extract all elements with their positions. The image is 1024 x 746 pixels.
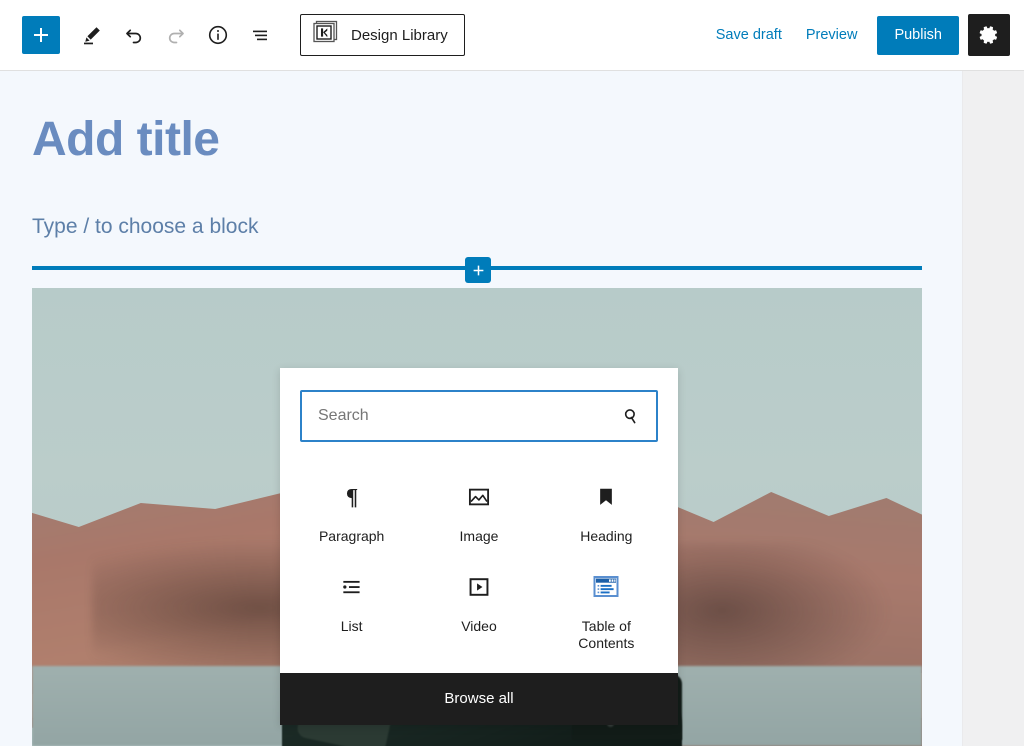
browse-all-button[interactable]: Browse all	[280, 672, 678, 725]
settings-button[interactable]	[968, 14, 1010, 56]
list-view-icon	[253, 30, 267, 41]
inline-inserter-button[interactable]	[465, 257, 491, 283]
design-library-icon	[311, 20, 341, 50]
save-draft-button[interactable]: Save draft	[704, 19, 794, 51]
block-item-list[interactable]: List	[288, 556, 415, 663]
editor-canvas: Add title Type / to choose a block Searc…	[0, 71, 962, 746]
gear-icon	[979, 26, 998, 44]
post-title-input[interactable]: Add title	[32, 116, 220, 164]
block-label: Image	[459, 528, 499, 544]
block-inserter-popover: ¶ Paragraph Image	[280, 368, 678, 725]
block-item-image[interactable]: Image	[415, 466, 542, 556]
inserter-search-area	[280, 368, 678, 450]
search-icon	[620, 405, 642, 427]
preview-button[interactable]: Preview	[794, 19, 870, 51]
image-icon	[466, 480, 492, 514]
tools-pencil-button[interactable]	[72, 15, 112, 55]
block-item-paragraph[interactable]: ¶ Paragraph	[288, 466, 415, 556]
block-label: Heading	[580, 528, 633, 544]
info-icon	[208, 25, 228, 45]
paragraph-icon: ¶	[339, 480, 365, 514]
editor-right-rail	[962, 71, 1024, 746]
heading-icon	[593, 480, 619, 514]
search-input[interactable]	[302, 392, 656, 440]
add-block-button[interactable]	[22, 16, 60, 54]
toolbar-left-group: Design Library	[0, 14, 465, 56]
editor-top-toolbar: Design Library Save draft Preview Publis…	[0, 0, 1024, 71]
redo-button[interactable]	[156, 15, 196, 55]
empty-block-prompt[interactable]: Type / to choose a block	[32, 215, 258, 239]
details-button[interactable]	[198, 15, 238, 55]
toolbar-right-group: Save draft Preview Publish	[704, 14, 1024, 56]
search-field-wrapper[interactable]	[300, 390, 658, 442]
list-view-button[interactable]	[240, 15, 280, 55]
redo-arrow-icon	[168, 29, 184, 44]
video-icon	[466, 570, 492, 604]
quick-block-grid: ¶ Paragraph Image Heading List Video Tab…	[280, 450, 678, 673]
table-of-contents-icon	[592, 570, 620, 604]
block-label: List	[340, 617, 363, 634]
block-item-video[interactable]: Video	[415, 556, 542, 663]
design-library-button[interactable]: Design Library	[300, 14, 465, 56]
plus-icon	[34, 28, 48, 42]
undo-arrow-icon	[126, 29, 142, 44]
list-icon	[339, 570, 365, 604]
block-label: Paragraph	[318, 528, 385, 544]
design-library-label: Design Library	[351, 26, 448, 44]
publish-button[interactable]: Publish	[877, 15, 959, 55]
svg-text:¶: ¶	[346, 485, 358, 510]
block-label: Video	[461, 617, 497, 634]
plus-icon	[473, 265, 483, 275]
undo-button[interactable]	[114, 15, 154, 55]
block-item-heading[interactable]: Heading	[543, 466, 670, 556]
block-label: Table of Contents	[578, 617, 635, 652]
pencil-icon	[84, 27, 100, 45]
block-item-table-of-contents[interactable]: Table of Contents	[543, 556, 670, 663]
